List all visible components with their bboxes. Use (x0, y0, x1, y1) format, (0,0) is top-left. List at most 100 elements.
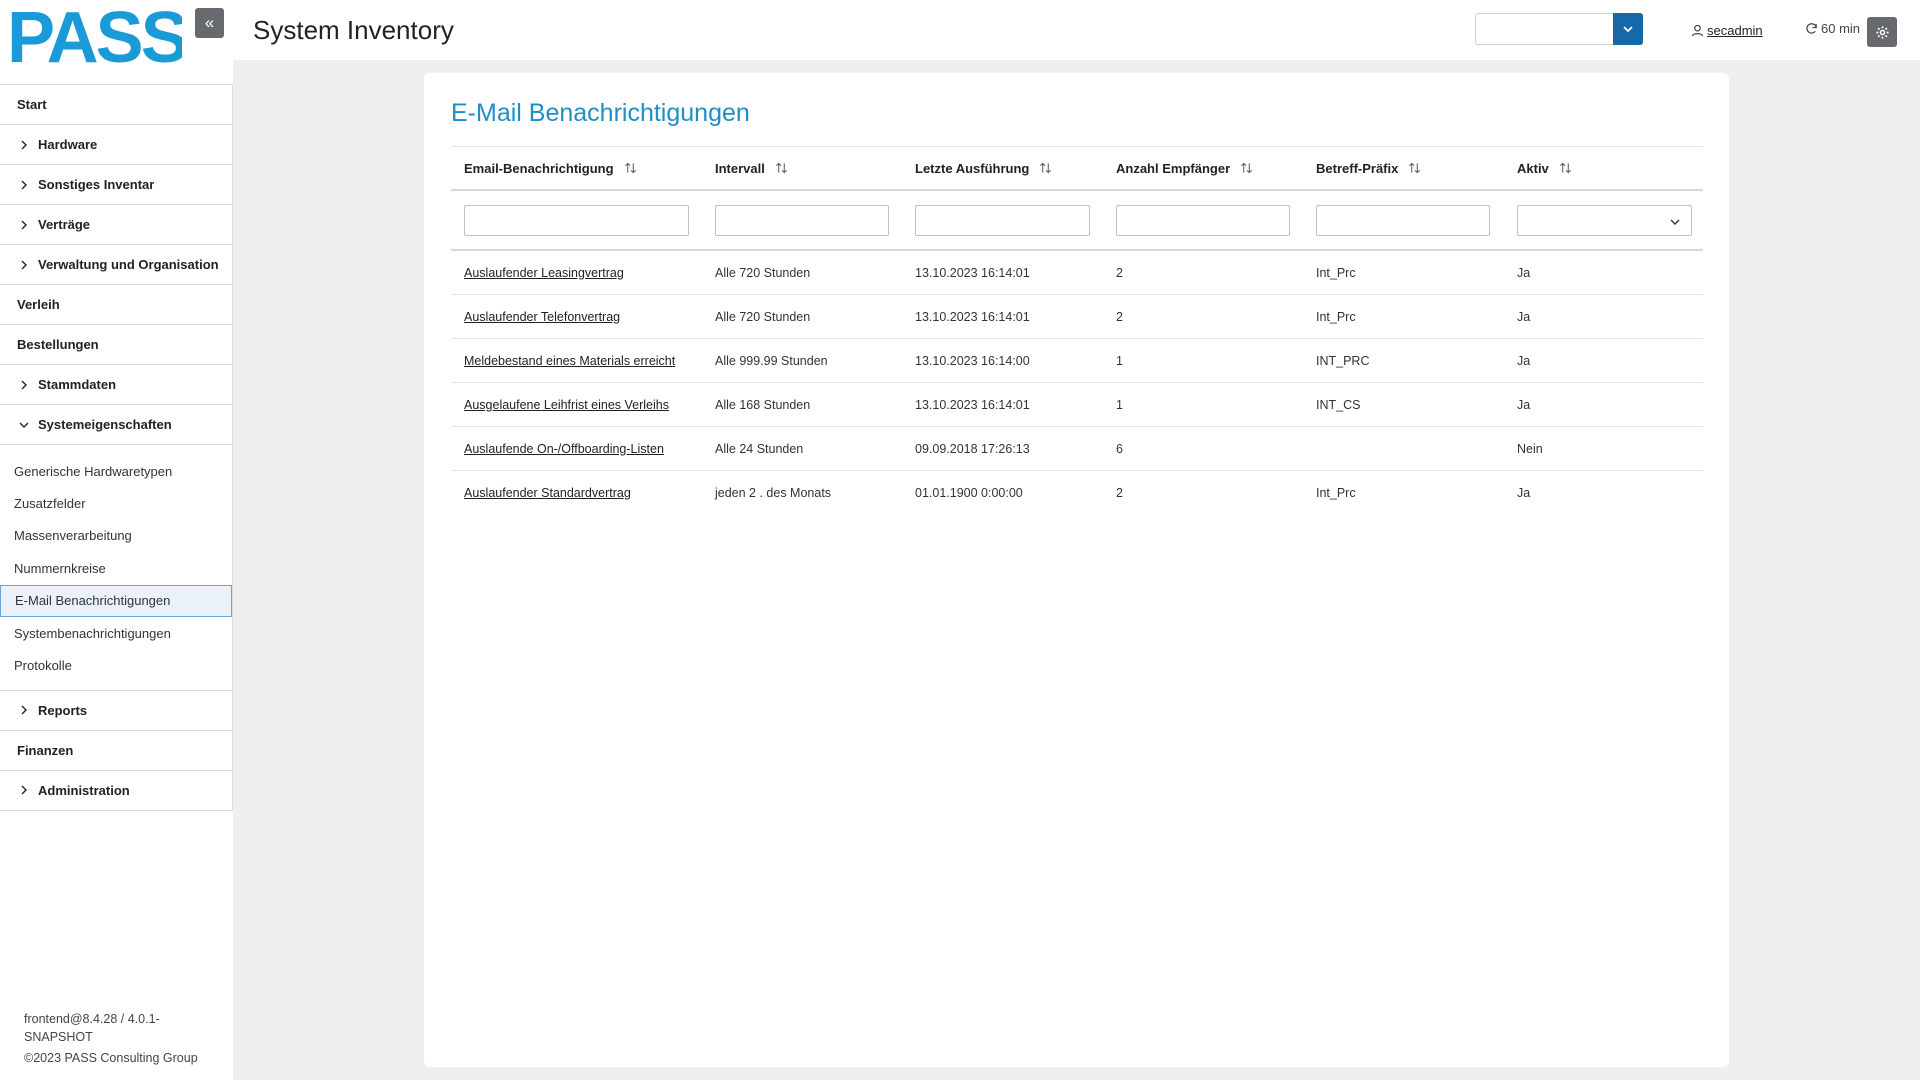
cell-last-run: 09.09.2018 17:26:13 (915, 441, 1030, 456)
column-header-intervall[interactable]: Intervall (702, 161, 902, 176)
user-link[interactable]: secadmin (1691, 23, 1763, 38)
subnav-item-zusatzfelder[interactable]: Zusatzfelder (0, 487, 232, 519)
sidebar-item-label: Finanzen (17, 742, 74, 758)
sidebar-item-label: Bestellungen (17, 337, 99, 352)
notification-link[interactable]: Auslaufender Standardvertrag (464, 486, 631, 500)
sidebar-item-label: Verleih (17, 297, 60, 312)
cell-active: Ja (1517, 397, 1531, 412)
table-row: Meldebestand eines Materials erreicht Al… (451, 339, 1703, 383)
sidebar-item-verleih[interactable]: Verleih (0, 285, 233, 325)
section-title: E-Mail Benachrichtigungen (451, 99, 750, 127)
sort-icon (1409, 162, 1421, 174)
subnav-item-protokolle[interactable]: Protokolle (0, 649, 232, 681)
sidebar-item-label: Reports (38, 702, 88, 718)
column-header-anzahl-empfaenger[interactable]: Anzahl Empfänger (1103, 161, 1303, 176)
page-title: System Inventory (253, 15, 454, 45)
sidebar-item-verwaltung[interactable]: Verwaltung und Organisation (0, 245, 233, 285)
notification-link[interactable]: Meldebestand eines Materials erreicht (464, 354, 675, 368)
subnav-item-generische-hardwaretypen[interactable]: Generische Hardwaretypen (0, 455, 232, 487)
sidebar-item-bestellungen[interactable]: Bestellungen (0, 325, 233, 365)
sidebar-item-label: Systemeigenschaften (38, 417, 172, 432)
table-row: Ausgelaufene Leihfrist eines Verleihs Al… (451, 383, 1703, 427)
chevron-right-icon (17, 703, 31, 717)
subnav-item-nummernkreise[interactable]: Nummernkreise (0, 552, 232, 584)
column-header-email[interactable]: Email-Benachrichtigung (451, 161, 702, 176)
sidebar-item-label: Sonstiges Inventar (38, 177, 155, 192)
cell-recipients: 2 (1116, 486, 1123, 500)
sidebar-item-vertraege[interactable]: Verträge (0, 205, 233, 245)
cell-interval: Alle 720 Stunden (715, 309, 811, 324)
sort-icon (1040, 162, 1052, 174)
column-header-letzte-ausfuehrung[interactable]: Letzte Ausführung (902, 161, 1103, 176)
gear-icon (1875, 25, 1889, 39)
cell-last-run: 13.10.2023 16:14:01 (915, 265, 1030, 280)
collapse-sidebar-button[interactable]: « (195, 8, 224, 38)
sidebar-item-sonstiges-inventar[interactable]: Sonstiges Inventar (0, 165, 233, 205)
chevron-right-icon (17, 138, 31, 152)
cell-prefix: Int_Prc (1316, 486, 1356, 500)
notification-link[interactable]: Ausgelaufene Leihfrist eines Verleihs (464, 398, 669, 412)
filter-intervall-input[interactable] (715, 204, 889, 236)
cell-prefix: INT_PRC (1316, 353, 1370, 368)
sort-icon (1559, 162, 1571, 174)
notifications-table: Email-Benachrichtigung Intervall Letzte … (451, 146, 1703, 515)
cell-interval: Alle 24 Stunden (715, 441, 804, 456)
cell-last-run: 13.10.2023 16:14:01 (915, 397, 1030, 412)
table-row: Auslaufende On-/Offboarding-Listen Alle … (451, 427, 1703, 471)
version-info: frontend@8.4.28 / 4.0.1-SNAPSHOT (24, 1012, 160, 1044)
filter-letzte-ausfuehrung-input[interactable] (915, 204, 1090, 236)
sidebar-item-stammdaten[interactable]: Stammdaten (0, 365, 233, 405)
cell-active: Nein (1517, 441, 1543, 456)
column-header-betreff-praefix[interactable]: Betreff-Präfix (1303, 161, 1504, 176)
sidebar-item-finanzen[interactable]: Finanzen (0, 730, 233, 771)
cell-recipients: 2 (1116, 309, 1123, 324)
top-header: System Inventory secadmin 60 min (233, 0, 1920, 60)
chevron-down-icon (1670, 219, 1680, 225)
filter-betreff-praefix-input[interactable] (1316, 204, 1490, 236)
chevron-down-icon (17, 418, 31, 432)
sort-icon (775, 162, 787, 174)
cell-active: Ja (1517, 309, 1531, 324)
session-timer-value: 60 min (1821, 21, 1861, 36)
cell-recipients: 1 (1116, 397, 1123, 412)
sidebar-item-reports[interactable]: Reports (0, 690, 233, 731)
subnav-item-systembenachrichtigungen[interactable]: Systembenachrichtigungen (0, 617, 232, 649)
subnav-item-massenverarbeitung[interactable]: Massenverarbeitung (0, 520, 232, 552)
chevron-right-icon (17, 783, 31, 797)
svg-text:PASS: PASS (7, 6, 182, 68)
sidebar-item-label: Administration (38, 782, 130, 798)
notification-link[interactable]: Auslaufende On-/Offboarding-Listen (464, 442, 664, 456)
sidebar-item-systemeigenschaften[interactable]: Systemeigenschaften (0, 405, 233, 445)
table-header: Email-Benachrichtigung Intervall Letzte … (451, 146, 1703, 191)
filter-aktiv-select[interactable] (1517, 204, 1692, 236)
cell-last-run: 13.10.2023 16:14:00 (915, 353, 1030, 368)
sidebar-item-start[interactable]: Start (0, 85, 233, 125)
table-row: Auslaufender Telefonvertrag Alle 720 Stu… (451, 295, 1703, 339)
main-card: E-Mail Benachrichtigungen Email-Benachri… (424, 73, 1729, 1067)
sidebar-item-hardware[interactable]: Hardware (0, 125, 233, 165)
cell-active: Ja (1517, 265, 1531, 280)
table-body: Auslaufender Leasingvertrag Alle 720 Stu… (451, 251, 1703, 515)
sidebar-item-label: Start (17, 97, 47, 112)
cell-interval: jeden 2 . des Monats (715, 486, 832, 500)
chevron-right-icon (17, 258, 31, 272)
cell-recipients: 1 (1116, 353, 1123, 368)
cell-last-run: 01.01.1900 0:00:00 (915, 486, 1023, 500)
sidebar-item-label: Hardware (38, 137, 98, 152)
header-select[interactable] (1475, 13, 1643, 45)
column-header-aktiv[interactable]: Aktiv (1504, 161, 1703, 176)
filter-email-input[interactable] (464, 204, 689, 236)
copyright: ©2023 PASS Consulting Group (24, 1051, 198, 1065)
subnav-item-email-benachrichtigungen[interactable]: E-Mail Benachrichtigungen (0, 584, 232, 617)
cell-recipients: 2 (1116, 265, 1123, 280)
double-chevron-left-icon: « (204, 13, 215, 32)
sidebar: PASS « Start Hardware Sonstiges Inventar… (0, 0, 233, 1080)
filter-anzahl-empfaenger-input[interactable] (1116, 204, 1290, 236)
sort-icon (1241, 162, 1253, 174)
sort-icon (624, 162, 636, 174)
sidebar-item-administration[interactable]: Administration (0, 770, 233, 811)
notification-link[interactable]: Auslaufender Leasingvertrag (464, 266, 624, 280)
notification-link[interactable]: Auslaufender Telefonvertrag (464, 310, 620, 324)
settings-button[interactable] (1867, 17, 1897, 47)
cell-interval: Alle 720 Stunden (715, 265, 811, 280)
